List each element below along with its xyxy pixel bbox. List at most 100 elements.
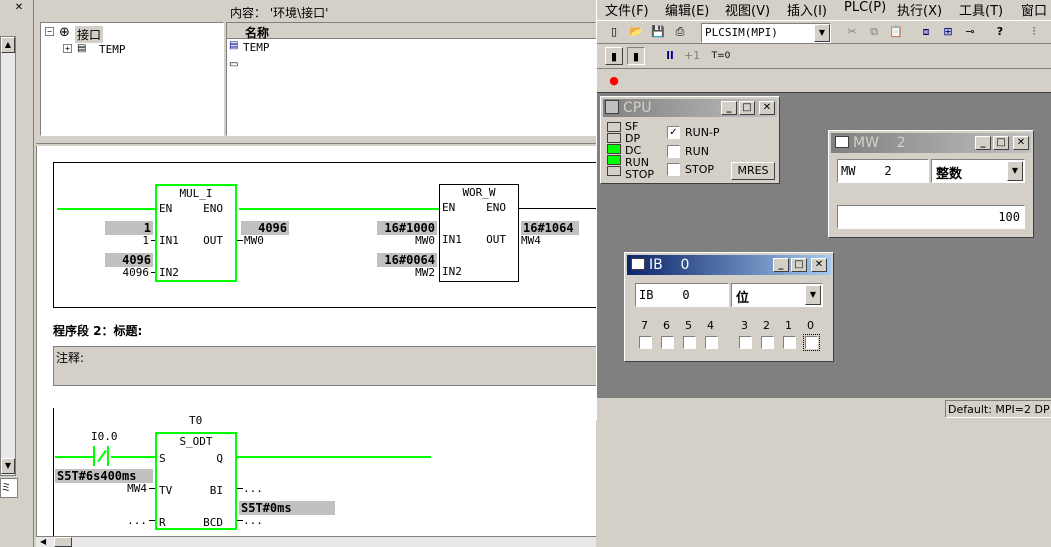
bit-checkbox-4[interactable] — [705, 336, 718, 349]
monitor-icon[interactable]: ● — [605, 72, 623, 90]
mw-format-value: 整数 — [936, 167, 963, 182]
print-icon[interactable]: ⎙ — [671, 23, 689, 41]
wor-in2-value: 16#0064 — [377, 253, 437, 267]
s-odt-block[interactable]: S_ODT S Q TV BI R BCD — [155, 432, 237, 530]
mode-run-p-checkbox[interactable]: ✓ — [667, 126, 680, 139]
new-row-icon[interactable]: ▭ — [229, 59, 238, 70]
pin-icon[interactable]: ⊸ — [961, 23, 979, 41]
mul-i-in2: IN2 — [159, 266, 179, 279]
chevron-down-icon[interactable]: ▼ — [1007, 161, 1023, 181]
tile-icon[interactable]: ⊞ — [939, 23, 957, 41]
scroll-left-arrow[interactable]: ◀ — [40, 537, 46, 547]
bi-label: ... — [243, 482, 263, 495]
minimize-button[interactable]: _ — [721, 101, 737, 115]
pause-icon[interactable]: ll — [661, 47, 679, 65]
mw-title-bar[interactable]: MW 2 _ □ ✕ — [831, 133, 1031, 153]
bit-checkbox-5[interactable] — [683, 336, 696, 349]
vertical-scrollbar[interactable]: ▲ ▼ — [0, 36, 16, 476]
close-button[interactable]: ✕ — [811, 258, 827, 272]
mw-format-select[interactable]: 整数 ▼ — [931, 159, 1025, 183]
bit-checkbox-1[interactable] — [783, 336, 796, 349]
bit-checkbox-2[interactable] — [761, 336, 774, 349]
ib-address-value: IB 0 — [639, 288, 690, 302]
bit-checkbox-6[interactable] — [661, 336, 674, 349]
connection-select[interactable]: PLCSIM(MPI) ▼ — [701, 23, 831, 43]
menu-plc[interactable]: PLC(P) — [844, 0, 886, 15]
network2-comment[interactable]: 注释: — [53, 346, 597, 386]
new-icon[interactable]: ▯ — [605, 23, 623, 41]
s-odt-bi: BI — [209, 484, 223, 497]
maximize-button[interactable]: □ — [993, 136, 1009, 150]
minimize-button[interactable]: _ — [773, 258, 789, 272]
network2-title[interactable]: 程序段 2：标题: — [53, 322, 142, 339]
s-odt-tv: TV — [159, 484, 173, 497]
mul-i-name: MUL_I — [179, 187, 213, 200]
column-header-name[interactable]: 名称 — [227, 23, 597, 40]
cut-icon[interactable]: ✂ — [843, 23, 861, 41]
bit-checkbox-3[interactable] — [739, 336, 752, 349]
scroll-down-arrow[interactable]: ▼ — [1, 458, 15, 474]
mw-title: MW 2 — [853, 135, 906, 151]
menu-window[interactable]: 窗口 — [1021, 0, 1047, 19]
wor-w-in2: IN2 — [442, 265, 462, 278]
mres-button[interactable]: MRES — [731, 162, 775, 180]
close-button[interactable]: ✕ — [1013, 136, 1029, 150]
timer-reset-button[interactable]: T=0 — [709, 47, 733, 65]
save-icon[interactable]: 💾 — [649, 23, 667, 41]
tree-expand-icon[interactable]: + — [63, 44, 72, 53]
menu-edit[interactable]: 编辑(E) — [665, 0, 709, 19]
bit-checkbox-7[interactable] — [639, 336, 652, 349]
s-odt-q: Q — [216, 452, 223, 465]
open-icon[interactable]: 📂 — [627, 23, 645, 41]
maximize-button[interactable]: □ — [739, 101, 755, 115]
menu-view[interactable]: 视图(V) — [725, 0, 770, 19]
pane-splitter[interactable] — [36, 140, 596, 144]
mul-in2-wire — [151, 272, 155, 273]
nc-contact-icon[interactable] — [93, 446, 111, 466]
mode-stop-checkbox[interactable] — [667, 163, 680, 176]
mw-value-input[interactable]: 100 — [837, 205, 1025, 229]
mode-run-checkbox[interactable] — [667, 145, 680, 158]
contents-row[interactable]: ▤ TEMP — [227, 40, 597, 56]
column-header-label: 名称 — [245, 26, 270, 40]
menu-file[interactable]: 文件(F) — [605, 0, 649, 19]
help-icon[interactable]: ? — [991, 23, 1009, 41]
extra-icon[interactable]: ⫶ — [1025, 23, 1043, 41]
cpu-title-bar[interactable]: CPU _ □ ✕ — [603, 99, 777, 117]
mw-address-input[interactable]: MW 2 — [837, 159, 929, 183]
menu-execute[interactable]: 执行(X) — [897, 0, 942, 19]
menu-insert[interactable]: 插入(I) — [787, 0, 827, 19]
mul-i-block[interactable]: MUL_I EN ENO IN1 OUT IN2 — [155, 184, 237, 282]
menu-tools[interactable]: 工具(T) — [959, 0, 1003, 19]
tree-collapse-icon[interactable]: − — [45, 27, 54, 36]
cycle-single-icon[interactable]: ▮ — [605, 47, 623, 65]
wor-w-block[interactable]: WOR_W EN ENO IN1 OUT IN2 — [439, 184, 519, 282]
cascade-icon[interactable]: ⧈ — [917, 23, 935, 41]
ib-format-select[interactable]: 位 ▼ — [731, 283, 823, 307]
cycle-continuous-icon[interactable]: ▮ — [627, 47, 645, 65]
led-run — [607, 155, 621, 165]
horizontal-scroll-thumb[interactable] — [54, 537, 72, 547]
copy-icon[interactable]: ⧉ — [865, 23, 883, 41]
horizontal-scrollbar[interactable]: ◀ — [36, 536, 596, 547]
wor-out-value: 16#1064 — [521, 221, 579, 235]
minimize-button[interactable]: _ — [975, 136, 991, 150]
step-button[interactable]: +1 — [681, 47, 703, 65]
close-icon[interactable]: ✕ — [13, 2, 25, 14]
ib-title-bar[interactable]: IB 0 _ □ ✕ — [627, 255, 831, 275]
chevron-down-icon[interactable]: ▼ — [805, 285, 821, 305]
chevron-down-icon[interactable]: ▼ — [814, 24, 830, 42]
ib-address-input[interactable]: IB 0 — [635, 283, 729, 307]
mul-i-in1: IN1 — [159, 234, 179, 247]
maximize-button[interactable]: □ — [791, 258, 807, 272]
close-button[interactable]: ✕ — [759, 101, 775, 115]
led-sf — [607, 122, 621, 132]
mul-i-eno: ENO — [203, 202, 223, 215]
mul-i-en: EN — [159, 202, 173, 215]
mode-run-label: RUN — [685, 145, 709, 158]
contents-pane: 名称 ▤ TEMP ▭ — [226, 22, 597, 136]
paste-icon[interactable]: 📋 — [887, 23, 905, 41]
bit-checkbox-0[interactable] — [803, 334, 820, 351]
scroll-up-arrow[interactable]: ▲ — [1, 37, 15, 53]
bit-label-3: 3 — [741, 319, 748, 332]
